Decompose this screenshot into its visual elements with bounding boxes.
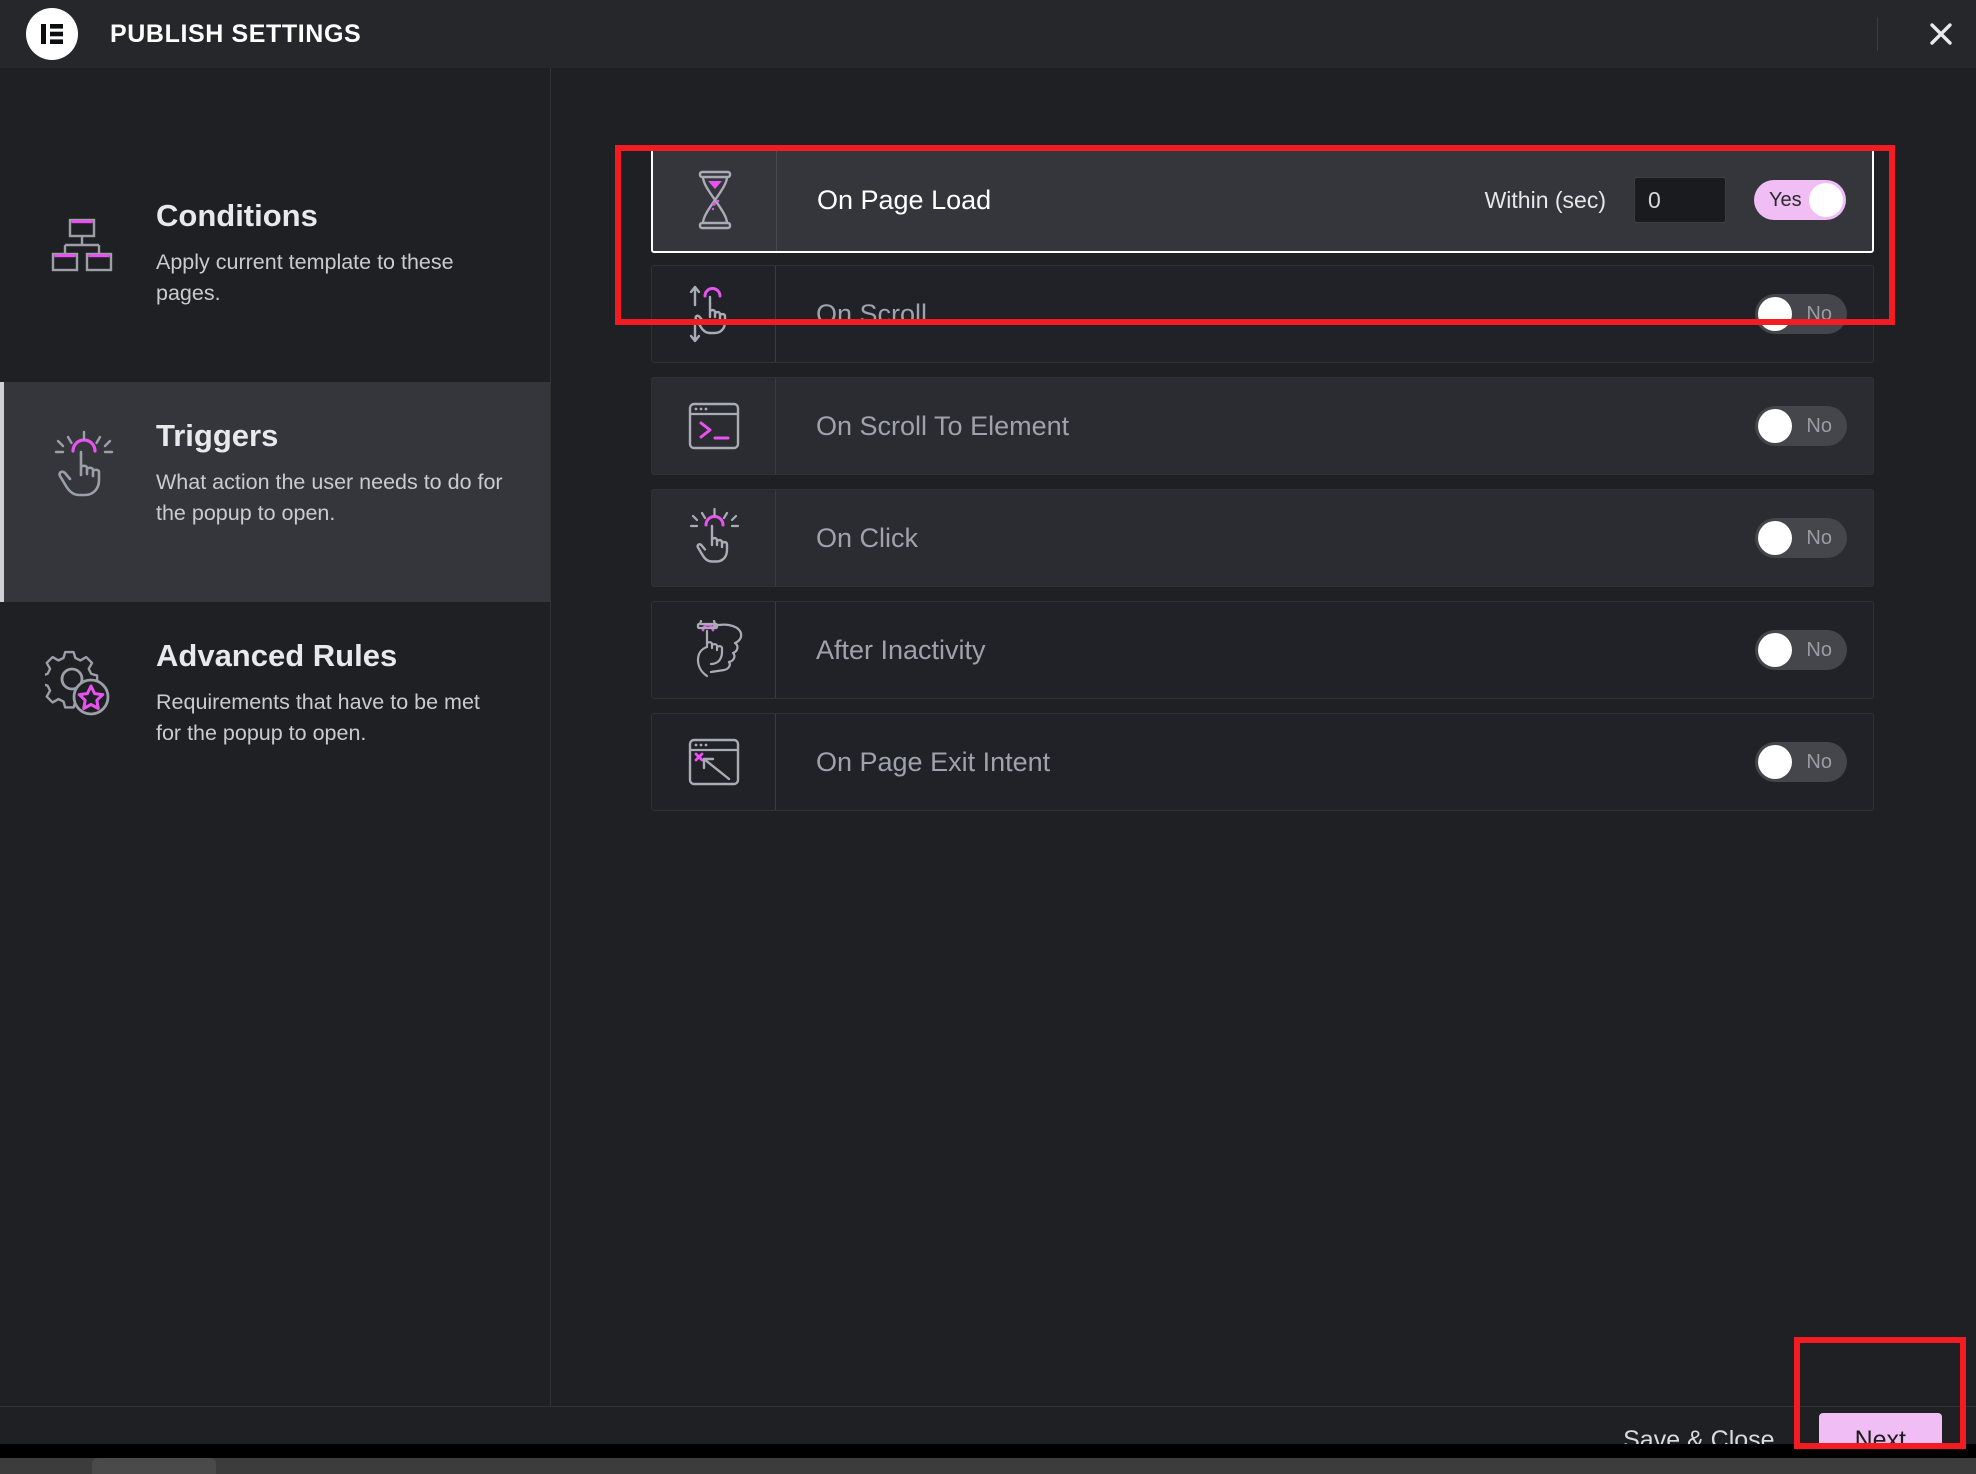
elementor-logo-icon	[26, 8, 78, 60]
within-sec-label: Within (sec)	[1484, 186, 1606, 213]
sidebar-item-advanced-rules[interactable]: Advanced Rules Requirements that have to…	[0, 602, 550, 822]
trigger-label: After Inactivity	[816, 634, 986, 665]
pointing-hand-click-icon	[44, 416, 120, 502]
header-actions	[1877, 0, 1976, 68]
sidebar-item-triggers[interactable]: Triggers What action the user needs to d…	[0, 382, 550, 602]
browser-prompt-icon-glyph	[688, 402, 739, 450]
hand-watch-icon	[652, 602, 776, 698]
toggle-label: No	[1806, 302, 1832, 325]
sitemap-icon-glyph	[51, 218, 113, 272]
toggle-label: No	[1806, 750, 1832, 773]
trigger-row-after-inactivity[interactable]: After Inactivity No	[651, 601, 1874, 699]
trigger-controls: No	[1755, 490, 1873, 586]
toggle-knob	[1809, 183, 1843, 217]
toggle-after-inactivity[interactable]: No	[1755, 630, 1847, 670]
elementor-logo-glyph	[41, 24, 63, 44]
trigger-row-on-scroll-to-element[interactable]: On Scroll To Element No	[651, 377, 1874, 475]
taskbar-window-chip	[92, 1458, 216, 1474]
trigger-controls: No	[1755, 714, 1873, 810]
screen-edge-strip	[0, 1444, 1976, 1458]
toggle-knob	[1758, 633, 1792, 667]
trigger-controls: No	[1755, 602, 1873, 698]
gear-star-icon-glyph	[45, 650, 110, 716]
trigger-list: On Page Load Within (sec) Yes	[651, 147, 1874, 825]
trigger-label: On Click	[816, 522, 919, 553]
toggle-on-click[interactable]: No	[1755, 518, 1847, 558]
browser-exit-arrow-icon-glyph	[688, 738, 739, 786]
sidebar-item-conditions[interactable]: Conditions Apply current template to the…	[0, 162, 550, 382]
sidebar-item-title: Triggers	[156, 418, 279, 453]
trigger-row-on-page-exit-intent[interactable]: On Page Exit Intent No	[651, 713, 1874, 811]
sitemap-icon	[44, 196, 120, 282]
pointing-hand-click-icon-glyph	[54, 430, 114, 497]
toggle-knob	[1758, 521, 1792, 555]
toggle-on-scroll-to-element[interactable]: No	[1755, 406, 1847, 446]
toggle-on-scroll[interactable]: No	[1755, 294, 1847, 334]
browser-exit-arrow-icon	[652, 714, 776, 810]
close-button[interactable]	[1906, 0, 1976, 68]
header-divider	[1877, 17, 1878, 51]
trigger-label: On Scroll	[816, 298, 928, 329]
sidebar: Conditions Apply current template to the…	[0, 68, 551, 1406]
toggle-label: No	[1806, 414, 1832, 437]
toggle-label: No	[1806, 638, 1832, 661]
sidebar-item-description: What action the user needs to do for the…	[156, 470, 503, 526]
trigger-controls: Within (sec) Yes	[1485, 149, 1872, 251]
scroll-hand-icon-glyph	[689, 285, 726, 343]
sidebar-item-description: Apply current template to these pages.	[156, 250, 454, 306]
sidebar-item-text: Advanced Rules Requirements that have to…	[156, 636, 510, 749]
hand-watch-icon-glyph	[696, 620, 742, 678]
triggers-panel: On Page Load Within (sec) Yes	[551, 68, 1976, 1406]
toggle-knob	[1758, 409, 1792, 443]
modal-body: Conditions Apply current template to the…	[0, 68, 1976, 1406]
taskbar-strip	[0, 1458, 1976, 1474]
trigger-row-on-scroll[interactable]: On Scroll No	[651, 265, 1874, 363]
browser-prompt-icon	[652, 378, 776, 474]
scroll-hand-icon	[652, 266, 776, 362]
trigger-controls: No	[1755, 378, 1873, 474]
within-sec-input[interactable]	[1634, 177, 1726, 223]
toggle-knob	[1758, 297, 1792, 331]
sidebar-item-text: Conditions Apply current template to the…	[156, 196, 510, 309]
publish-settings-modal: PUBLISH SETTINGS Conditions Apply curren…	[0, 0, 1976, 1474]
sidebar-item-text: Triggers What action the user needs to d…	[156, 416, 510, 529]
trigger-label: On Scroll To Element	[816, 410, 1070, 441]
trigger-row-on-page-load[interactable]: On Page Load Within (sec) Yes	[651, 147, 1874, 253]
trigger-row-on-click[interactable]: On Click No	[651, 489, 1874, 587]
click-hand-icon-glyph	[689, 507, 739, 563]
toggle-on-page-load[interactable]: Yes	[1754, 180, 1846, 220]
trigger-label: On Page Load	[817, 184, 992, 215]
toggle-on-page-exit-intent[interactable]: No	[1755, 742, 1847, 782]
trigger-controls: No	[1755, 266, 1873, 362]
gear-star-icon	[44, 636, 120, 722]
toggle-label: Yes	[1769, 188, 1802, 211]
sidebar-item-title: Advanced Rules	[156, 638, 398, 673]
click-hand-icon	[652, 490, 776, 586]
toggle-knob	[1758, 745, 1792, 779]
hourglass-icon	[653, 149, 777, 251]
close-icon	[1930, 23, 1952, 45]
page-title: PUBLISH SETTINGS	[110, 19, 362, 48]
toggle-label: No	[1806, 526, 1832, 549]
sidebar-item-description: Requirements that have to be met for the…	[156, 690, 480, 746]
trigger-label: On Page Exit Intent	[816, 746, 1051, 777]
modal-header: PUBLISH SETTINGS	[0, 0, 1976, 68]
hourglass-icon-glyph	[698, 170, 731, 230]
sidebar-item-title: Conditions	[156, 198, 318, 233]
